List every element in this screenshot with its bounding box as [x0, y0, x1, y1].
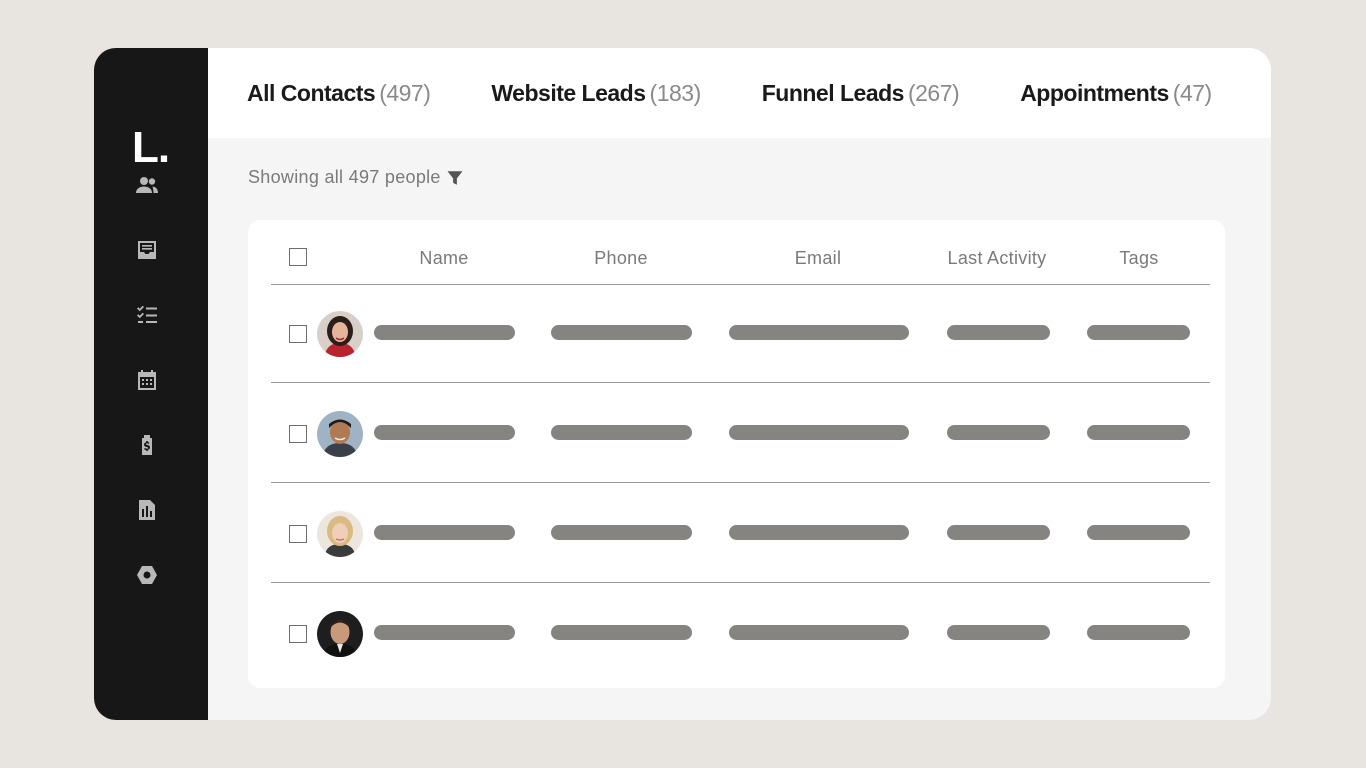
column-header-email[interactable]: Email [795, 248, 842, 269]
app-window: L. All Contacts (497) Website Leads (183… [94, 48, 1271, 720]
phone-placeholder [551, 325, 692, 340]
tags-placeholder [1087, 525, 1190, 540]
app-logo[interactable]: L. [132, 126, 170, 170]
tab-count: (267) [907, 79, 960, 106]
row-checkbox[interactable] [289, 425, 307, 443]
email-placeholder [729, 425, 909, 440]
settings-icon[interactable] [130, 558, 164, 592]
avatar [317, 311, 363, 357]
email-placeholder [729, 525, 909, 540]
calendar-icon[interactable] [130, 363, 164, 397]
tab-all-contacts[interactable]: All Contacts (497) [247, 79, 431, 107]
phone-placeholder [551, 525, 692, 540]
name-placeholder [374, 325, 515, 340]
avatar [317, 611, 363, 657]
tab-count: (497) [379, 79, 431, 106]
name-placeholder [374, 425, 515, 440]
column-header-tags[interactable]: Tags [1119, 248, 1158, 269]
avatar [317, 411, 363, 457]
table-row[interactable] [271, 384, 1210, 483]
tab-website-leads[interactable]: Website Leads (183) [491, 79, 702, 107]
table-row[interactable] [271, 584, 1210, 683]
table-row[interactable] [271, 284, 1210, 383]
tags-placeholder [1087, 325, 1190, 340]
tab-appointments[interactable]: Appointments (47) [1020, 80, 1212, 107]
tab-label: Funnel Leads [761, 79, 905, 106]
name-placeholder [374, 625, 515, 640]
tab-count: (47) [1172, 79, 1212, 106]
results-summary: Showing all 497 people [248, 167, 464, 188]
tags-placeholder [1087, 425, 1190, 440]
last-activity-placeholder [947, 425, 1050, 440]
last-activity-placeholder [947, 525, 1050, 540]
row-checkbox[interactable] [289, 625, 307, 643]
row-checkbox[interactable] [289, 525, 307, 543]
table-header: Name Phone Email Last Activity Tags [271, 220, 1210, 285]
tab-label: Website Leads [491, 79, 646, 106]
sidebar: L. [94, 48, 208, 720]
tab-label: All Contacts [247, 79, 376, 106]
phone-placeholder [551, 625, 692, 640]
email-placeholder [729, 625, 909, 640]
tab-funnel-leads[interactable]: Funnel Leads (267) [761, 79, 960, 107]
email-placeholder [729, 325, 909, 340]
table-row[interactable] [271, 484, 1210, 583]
reports-icon[interactable] [130, 493, 164, 527]
contacts-icon[interactable] [130, 168, 164, 202]
checklist-icon[interactable] [130, 298, 164, 332]
phone-placeholder [551, 425, 692, 440]
tab-bar: All Contacts (497) Website Leads (183) Fun… [208, 48, 1271, 138]
column-header-name[interactable]: Name [419, 248, 468, 269]
row-checkbox[interactable] [289, 325, 307, 343]
last-activity-placeholder [947, 625, 1050, 640]
filter-icon[interactable] [446, 169, 464, 187]
last-activity-placeholder [947, 325, 1050, 340]
tab-label: Appointments [1020, 79, 1169, 106]
tab-count: (183) [649, 79, 702, 106]
inbox-icon[interactable] [130, 233, 164, 267]
select-all-checkbox[interactable] [289, 248, 307, 266]
tags-placeholder [1087, 625, 1190, 640]
results-summary-text: Showing all 497 people [248, 167, 441, 187]
name-placeholder [374, 525, 515, 540]
main-content: All Contacts (497) Website Leads (183) Fun… [208, 48, 1271, 720]
contacts-table: Name Phone Email Last Activity Tags [248, 220, 1225, 688]
column-header-last-activity[interactable]: Last Activity [948, 248, 1047, 269]
column-header-phone[interactable]: Phone [594, 248, 648, 269]
avatar [317, 511, 363, 557]
payments-icon[interactable] [130, 428, 164, 462]
